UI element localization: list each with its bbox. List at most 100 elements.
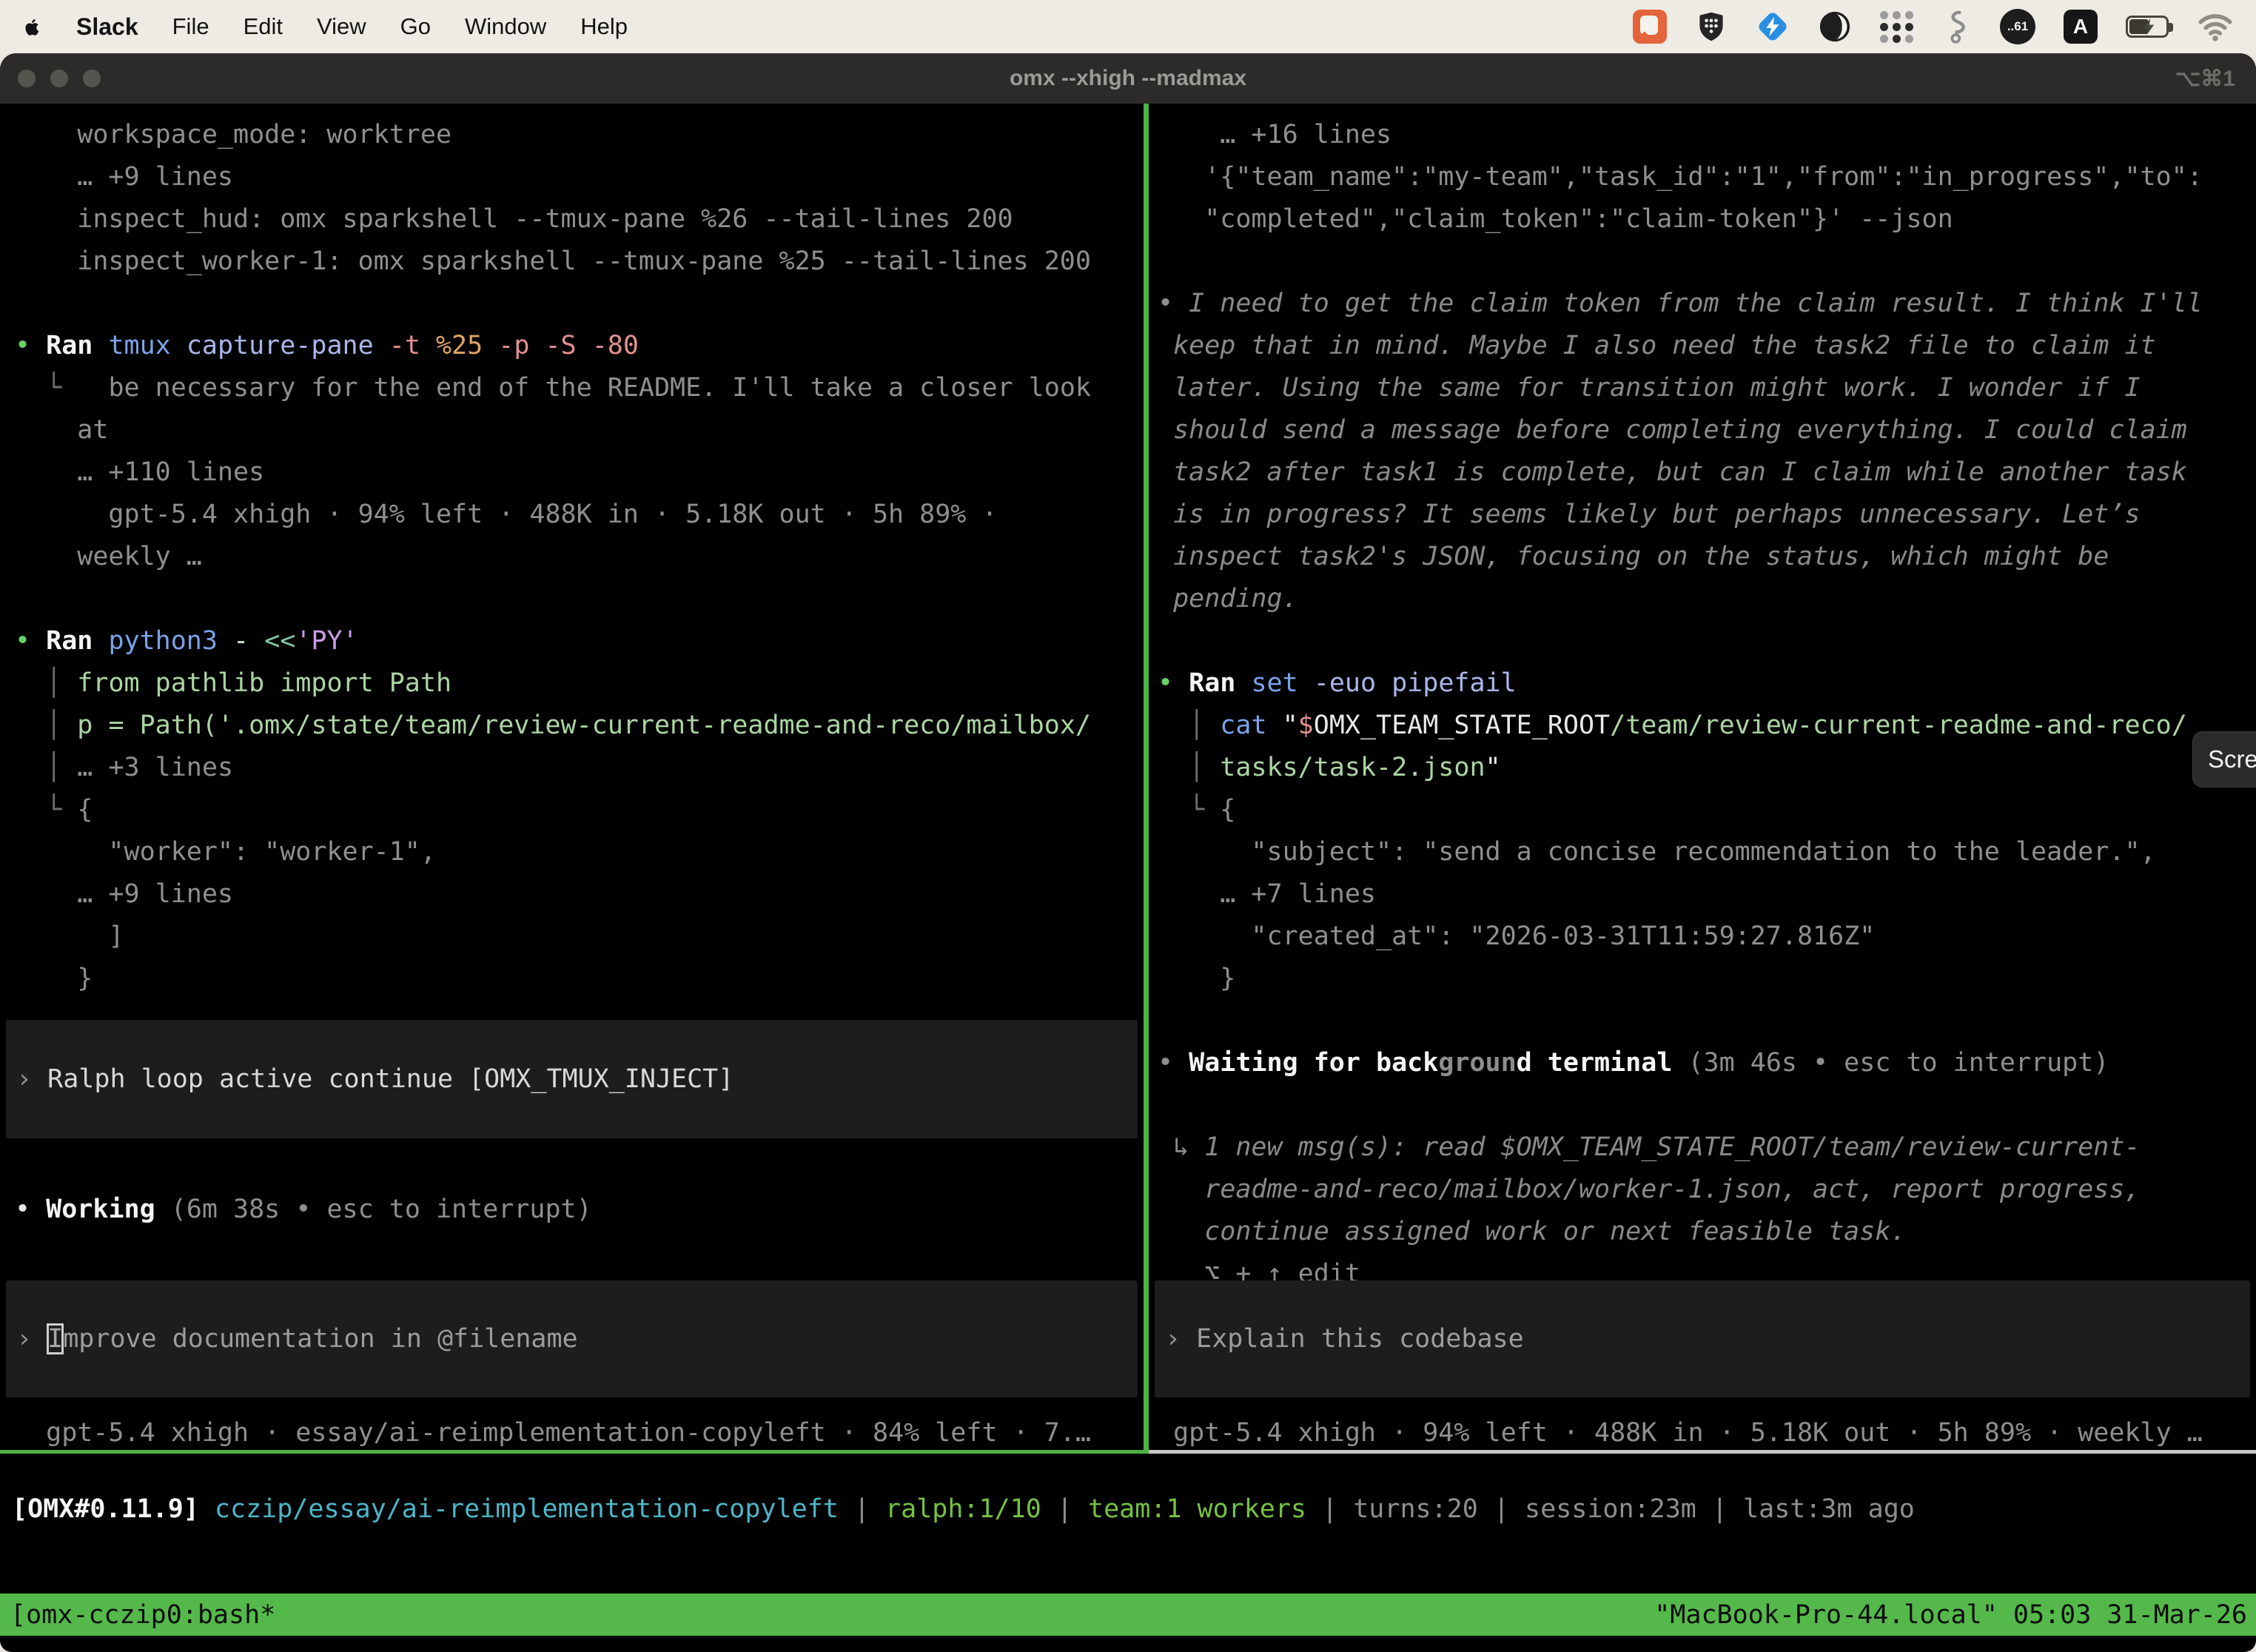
menu-bar-status-icons: ..61 A (1633, 8, 2234, 45)
terminal-text: "completed","claim_token":"claim-token"}… (1158, 204, 1953, 234)
terminal-line: • Ran set -euo pipefail (1158, 662, 2247, 705)
prompt-input-left[interactable]: › Improve documentation in @filename (6, 1280, 1138, 1397)
terminal-text: • (1158, 1048, 1189, 1078)
terminal-line: gpt-5.4 xhigh · 94% left · 488K in · 5.1… (15, 494, 1129, 536)
terminal-text: " (1485, 753, 1501, 782)
terminal-line: weekly … (15, 536, 1129, 578)
squiggle-hook-icon[interactable] (1942, 8, 1972, 45)
menu-item-view[interactable]: View (317, 13, 366, 40)
terminal-line (1158, 1000, 2247, 1042)
terminal-line (15, 578, 1129, 620)
percent-badge-icon[interactable]: ..61 (2000, 8, 2035, 45)
menu-item-file[interactable]: File (172, 13, 209, 40)
terminal-text: session:23m (1525, 1494, 1712, 1524)
terminal-text: | (1712, 1494, 1743, 1524)
terminal-text: p = Path('.omx/state/team/review-current… (77, 711, 1091, 740)
terminal-text: $ (1298, 711, 1314, 740)
terminal-text: '{"team_name":"my-team","task_id":"1","f… (1158, 162, 2203, 192)
terminal-line: task2 after task1 is complete, but can I… (1158, 451, 2247, 494)
terminal-text: └ (15, 373, 108, 403)
apple-menu-icon[interactable] (22, 16, 42, 38)
terminal-text: (3m 46s • esc to interrupt) (1672, 1048, 2109, 1078)
terminal-line: └ be necessary for the end of the README… (15, 367, 1129, 409)
close-button[interactable] (18, 70, 36, 87)
terminal-line: │ cat "$OMX_TEAM_STATE_ROOT/team/review-… (1158, 705, 2247, 747)
terminal-text: … +9 lines (15, 162, 233, 192)
terminal-text: │ (15, 711, 77, 740)
terminal-text: keep that in mind. Maybe I also need the… (1158, 331, 2156, 360)
terminal-text: capture-pane (171, 331, 374, 360)
window-titlebar[interactable]: omx --xhigh --madmax ⌥⌘1 (0, 53, 2256, 104)
shield-keypad-icon[interactable] (1695, 8, 1728, 45)
app-menu-slack[interactable]: Slack (76, 13, 138, 41)
terminal-text: later. Using the same for transition mig… (1158, 373, 2141, 403)
terminal-line: "created_at": "2026-03-31T11:59:27.816Z" (1158, 916, 2247, 958)
zoom-button[interactable] (83, 70, 101, 87)
terminal-text: be necessary for the end of the README. … (108, 373, 1091, 403)
prompt-input-right[interactable]: › Explain this codebase (1155, 1280, 2250, 1397)
terminal-line: keep that in mind. Maybe I also need the… (1158, 325, 2247, 367)
terminal-line: … +7 lines (1158, 873, 2247, 916)
terminal-text: • (15, 1195, 46, 1224)
terminal-text: } (15, 964, 93, 993)
terminal-line: • Ran python3 - <<'PY' (15, 620, 1129, 662)
terminal-text: Explain this codebase (1196, 1324, 1524, 1354)
terminal-line: inspect_worker-1: omx sparkshell --tmux-… (15, 241, 1129, 283)
terminal-text: [OMX#0.11.9] (12, 1494, 215, 1524)
terminal-text: › (16, 1064, 47, 1094)
wifi-icon[interactable] (2197, 8, 2234, 45)
terminal-line: is in progress? It seems likely but perh… (1158, 494, 2247, 536)
tmux-pane-right[interactable]: … +16 lines '{"team_name":"my-team","tas… (1149, 104, 2256, 1450)
tmux-pane-hud: [OMX#0.11.9] cczip/essay/ai-reimplementa… (0, 1454, 2256, 1594)
menu-item-help[interactable]: Help (580, 13, 628, 40)
terminal-text: - (218, 626, 264, 656)
terminal-text: • (15, 626, 46, 656)
traffic-light-buttons[interactable] (18, 70, 101, 87)
terminal-text: pending. (1158, 584, 1298, 614)
tmux-status-bar: [omx-cczip0:bash* "MacBook-Pro-44.local"… (0, 1594, 2256, 1636)
input-source-icon[interactable]: A (2064, 8, 2098, 45)
terminal-line (1158, 241, 2247, 283)
screen-overlay-label: Scre (2208, 745, 2256, 773)
terminal-text: | (1322, 1494, 1353, 1524)
terminal-text: › (1165, 1324, 1196, 1354)
terminal-text: … +3 lines (77, 753, 233, 782)
model-status-right: gpt-5.4 xhigh · 94% left · 488K in · 5.1… (1149, 1412, 2256, 1450)
terminal-text: should send a message before completing … (1158, 415, 2187, 445)
terminal-line: "completed","claim_token":"claim-token"}… (1158, 198, 2247, 241)
pane-divider-vertical[interactable] (1144, 104, 1149, 1450)
terminal-text: workspace_mode: worktree (15, 120, 451, 150)
terminal-text: 'PY' (295, 626, 357, 656)
terminal-text: • (1158, 668, 1189, 698)
terminal-line: continue assigned work or next feasible … (1158, 1211, 2247, 1253)
screen-recording-icon[interactable] (1633, 8, 1667, 45)
terminal-line: gpt-5.4 xhigh · essay/ai-reimplementatio… (15, 1412, 1129, 1450)
terminal-text: Ran (1189, 668, 1251, 698)
terminal-text: ↳ (1158, 1132, 1204, 1162)
terminal-line (15, 283, 1129, 325)
terminal-line (1158, 620, 2247, 662)
terminal-text: inspect_hud: omx sparkshell --tmux-pane … (15, 204, 1013, 234)
terminal-text: groun (1438, 1048, 1516, 1078)
terminal-text: cczip/essay/ai-reimplementation-copyleft (215, 1494, 854, 1524)
crescent-contrast-icon[interactable] (1818, 8, 1852, 45)
tmux-pane-left[interactable]: workspace_mode: worktree … +9 lines insp… (0, 104, 1144, 1450)
dots-grid-icon[interactable] (1880, 8, 1914, 45)
battery-charging-icon[interactable] (2126, 8, 2169, 45)
terminal-line: should send a message before completing … (1158, 409, 2247, 451)
menu-item-edit[interactable]: Edit (244, 13, 283, 40)
menu-item-go[interactable]: Go (400, 13, 431, 40)
terminal-text: -euo pipefail (1298, 668, 1517, 698)
terminal-text: last:3m ago (1743, 1494, 1915, 1524)
terminal-text: set (1251, 668, 1297, 698)
bolt-diamond-icon[interactable] (1756, 8, 1790, 45)
terminal-window: omx --xhigh --madmax ⌥⌘1 workspace_mode:… (0, 53, 2256, 1652)
window-title: omx --xhigh --madmax (1010, 66, 1246, 91)
terminal-text: is in progress? It seems likely but perh… (1158, 500, 2141, 529)
terminal-content: workspace_mode: worktree … +9 lines insp… (0, 104, 2256, 1652)
minimize-button[interactable] (50, 70, 68, 87)
menu-item-window[interactable]: Window (465, 13, 546, 40)
terminal-text: cat (1220, 711, 1282, 740)
terminal-text: gpt-5.4 xhigh · essay/ai-reimplementatio… (15, 1418, 1091, 1448)
tmux-host-clock-label: "MacBook-Pro-44.local" 05:03 31-Mar-26 (1654, 1600, 2247, 1630)
